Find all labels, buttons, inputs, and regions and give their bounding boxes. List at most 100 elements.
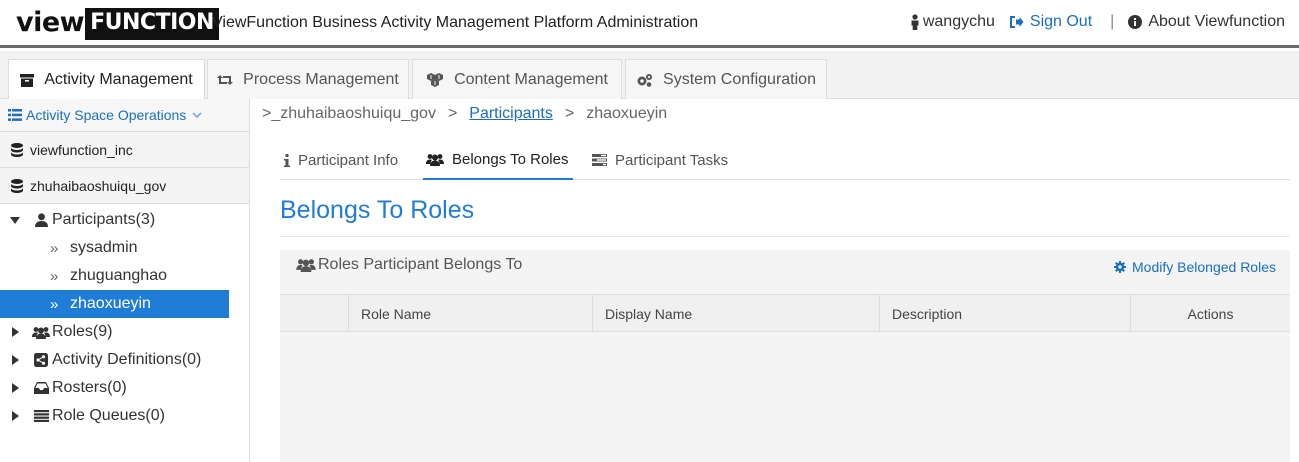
gear-icon (1114, 261, 1127, 273)
tasks-icon (592, 154, 607, 166)
participant-item-zhuguanghao[interactable]: » zhuguanghao (0, 262, 229, 290)
column-header-display-name[interactable]: Display Name (592, 295, 879, 332)
participant-tabs: Participant Info Belongs To Roles Partic… (280, 140, 1290, 180)
space-tree: Participants(3) » sysadmin » zhuguanghao… (0, 203, 249, 430)
space-ops-label: Activity Space Operations (26, 107, 187, 123)
sign-out-label: Sign Out (1029, 13, 1093, 30)
tab-label: Content Management (454, 70, 608, 88)
participant-name: zhuguanghao (70, 267, 167, 284)
tree-node-label: Rosters(0) (52, 379, 127, 396)
tab-label: Activity Management (44, 71, 193, 88)
double-chevron-right-icon: » (50, 267, 59, 285)
subtab-label: Belongs To Roles (452, 150, 569, 168)
current-user: wangychu (910, 13, 995, 31)
breadcrumb-space[interactable]: zhuhaibaoshuiqu_gov (280, 105, 436, 123)
bars-icon (30, 410, 52, 422)
inbox-icon (30, 382, 52, 394)
sign-out-icon (1009, 16, 1024, 28)
table-header: Role Name Display Name Description Actio… (280, 294, 1290, 332)
app-header: view FUNCTION ViewFunction Business Acti… (0, 0, 1299, 48)
panel-title: Roles Participant Belongs To (296, 256, 522, 274)
section-title: Belongs To Roles (280, 196, 475, 224)
list-icon (8, 109, 22, 121)
header-separator: | (1110, 13, 1115, 30)
column-header-select[interactable] (280, 295, 348, 332)
header-user-menu: wangychu Sign Out | About Viewfunction (910, 13, 1285, 31)
column-header-role-name[interactable]: Role Name (348, 295, 592, 332)
space-name: zhuhaibaoshuiqu_gov (30, 177, 167, 194)
breadcrumb-participants-link[interactable]: Participants (469, 105, 553, 123)
roles-table: Role Name Display Name Description Actio… (280, 294, 1290, 462)
tree-node-rosters[interactable]: Rosters(0) (0, 374, 249, 402)
info-circle-icon (1128, 15, 1143, 29)
cubes-icon (427, 73, 444, 87)
tree-node-label: Roles(9) (52, 323, 113, 340)
users-icon (296, 259, 316, 272)
modify-roles-label: Modify Belonged Roles (1132, 259, 1276, 275)
user-name: wangychu (922, 13, 995, 30)
activity-space-operations-dropdown[interactable]: Activity Space Operations (0, 99, 249, 131)
viewfunction-logo[interactable]: view FUNCTION (16, 8, 219, 40)
logo-function-text: FUNCTION (85, 8, 219, 40)
database-icon (11, 142, 23, 157)
tab-label: System Configuration (663, 70, 816, 88)
tab-process-management[interactable]: Process Management (207, 59, 409, 99)
table-body (280, 332, 1290, 462)
modify-belonged-roles-button[interactable]: Modify Belonged Roles (1114, 259, 1276, 275)
breadcrumb: >_ zhuhaibaoshuiqu_gov > Participants > … (262, 105, 667, 123)
participant-name: zhaoxueyin (70, 295, 151, 312)
caret-right-icon[interactable] (0, 327, 30, 337)
tab-system-configuration[interactable]: System Configuration (625, 59, 827, 99)
subtab-label: Participant Tasks (615, 151, 729, 169)
archive-icon (20, 73, 35, 87)
tab-participant-info[interactable]: Participant Info (284, 140, 398, 180)
sign-out-link[interactable]: Sign Out (1009, 13, 1092, 31)
user-icon (30, 213, 52, 227)
tree-node-label: Role Queues(0) (52, 407, 165, 424)
space-item-viewfunction-inc[interactable]: viewfunction_inc (0, 131, 249, 167)
tree-node-roles[interactable]: Roles(9) (0, 318, 249, 346)
retweet-icon (217, 74, 234, 85)
tree-node-activity-definitions[interactable]: Activity Definitions(0) (0, 346, 249, 374)
section-divider (280, 236, 1290, 237)
chevron-down-icon (192, 111, 202, 118)
subtab-label: Participant Info (298, 151, 399, 169)
database-icon (11, 178, 23, 193)
about-label: About Viewfunction (1148, 13, 1285, 30)
logo-view-text: view (16, 7, 85, 38)
double-chevron-right-icon: » (50, 295, 59, 313)
users-icon (426, 153, 444, 166)
double-chevron-right-icon: » (50, 239, 59, 257)
tree-node-label: Participants(3) (52, 211, 156, 228)
participant-item-sysadmin[interactable]: » sysadmin (0, 234, 229, 262)
sidebar: Activity Space Operations viewfunction_i… (0, 99, 250, 462)
about-link[interactable]: About Viewfunction (1128, 13, 1285, 31)
terminal-icon: >_ (262, 105, 281, 122)
breadcrumb-separator: > (447, 105, 458, 122)
caret-right-icon[interactable] (0, 411, 30, 421)
participant-name: sysadmin (70, 239, 138, 256)
panel-title-text: Roles Participant Belongs To (318, 256, 523, 273)
participant-item-zhaoxueyin[interactable]: » zhaoxueyin (0, 290, 229, 318)
user-icon (911, 14, 919, 30)
tab-content-management[interactable]: Content Management (412, 59, 622, 99)
breadcrumb-separator: > (564, 105, 575, 122)
tree-node-role-queues[interactable]: Role Queues(0) (0, 402, 249, 430)
space-item-zhuhaibaoshuiqu-gov[interactable]: zhuhaibaoshuiqu_gov (0, 167, 249, 203)
breadcrumb-current: zhaoxueyin (586, 105, 668, 122)
caret-right-icon[interactable] (0, 383, 30, 393)
caret-down-icon[interactable] (0, 216, 30, 224)
caret-right-icon[interactable] (0, 355, 30, 365)
info-icon (284, 153, 290, 167)
roles-panel: Roles Participant Belongs To Modify Belo… (280, 250, 1290, 462)
tab-activity-management[interactable]: Activity Management (8, 59, 205, 100)
column-header-actions[interactable]: Actions (1130, 295, 1290, 332)
app-title: ViewFunction Business Activity Managemen… (212, 14, 699, 31)
tab-participant-tasks[interactable]: Participant Tasks (592, 140, 728, 180)
main-tab-bar: Activity Management Process Management C… (0, 51, 1299, 100)
tree-node-participants[interactable]: Participants(3) (0, 206, 249, 234)
tab-label: Process Management (243, 70, 399, 88)
tab-belongs-to-roles[interactable]: Belongs To Roles (423, 140, 574, 180)
users-icon (30, 326, 52, 339)
column-header-description[interactable]: Description (879, 295, 1130, 332)
